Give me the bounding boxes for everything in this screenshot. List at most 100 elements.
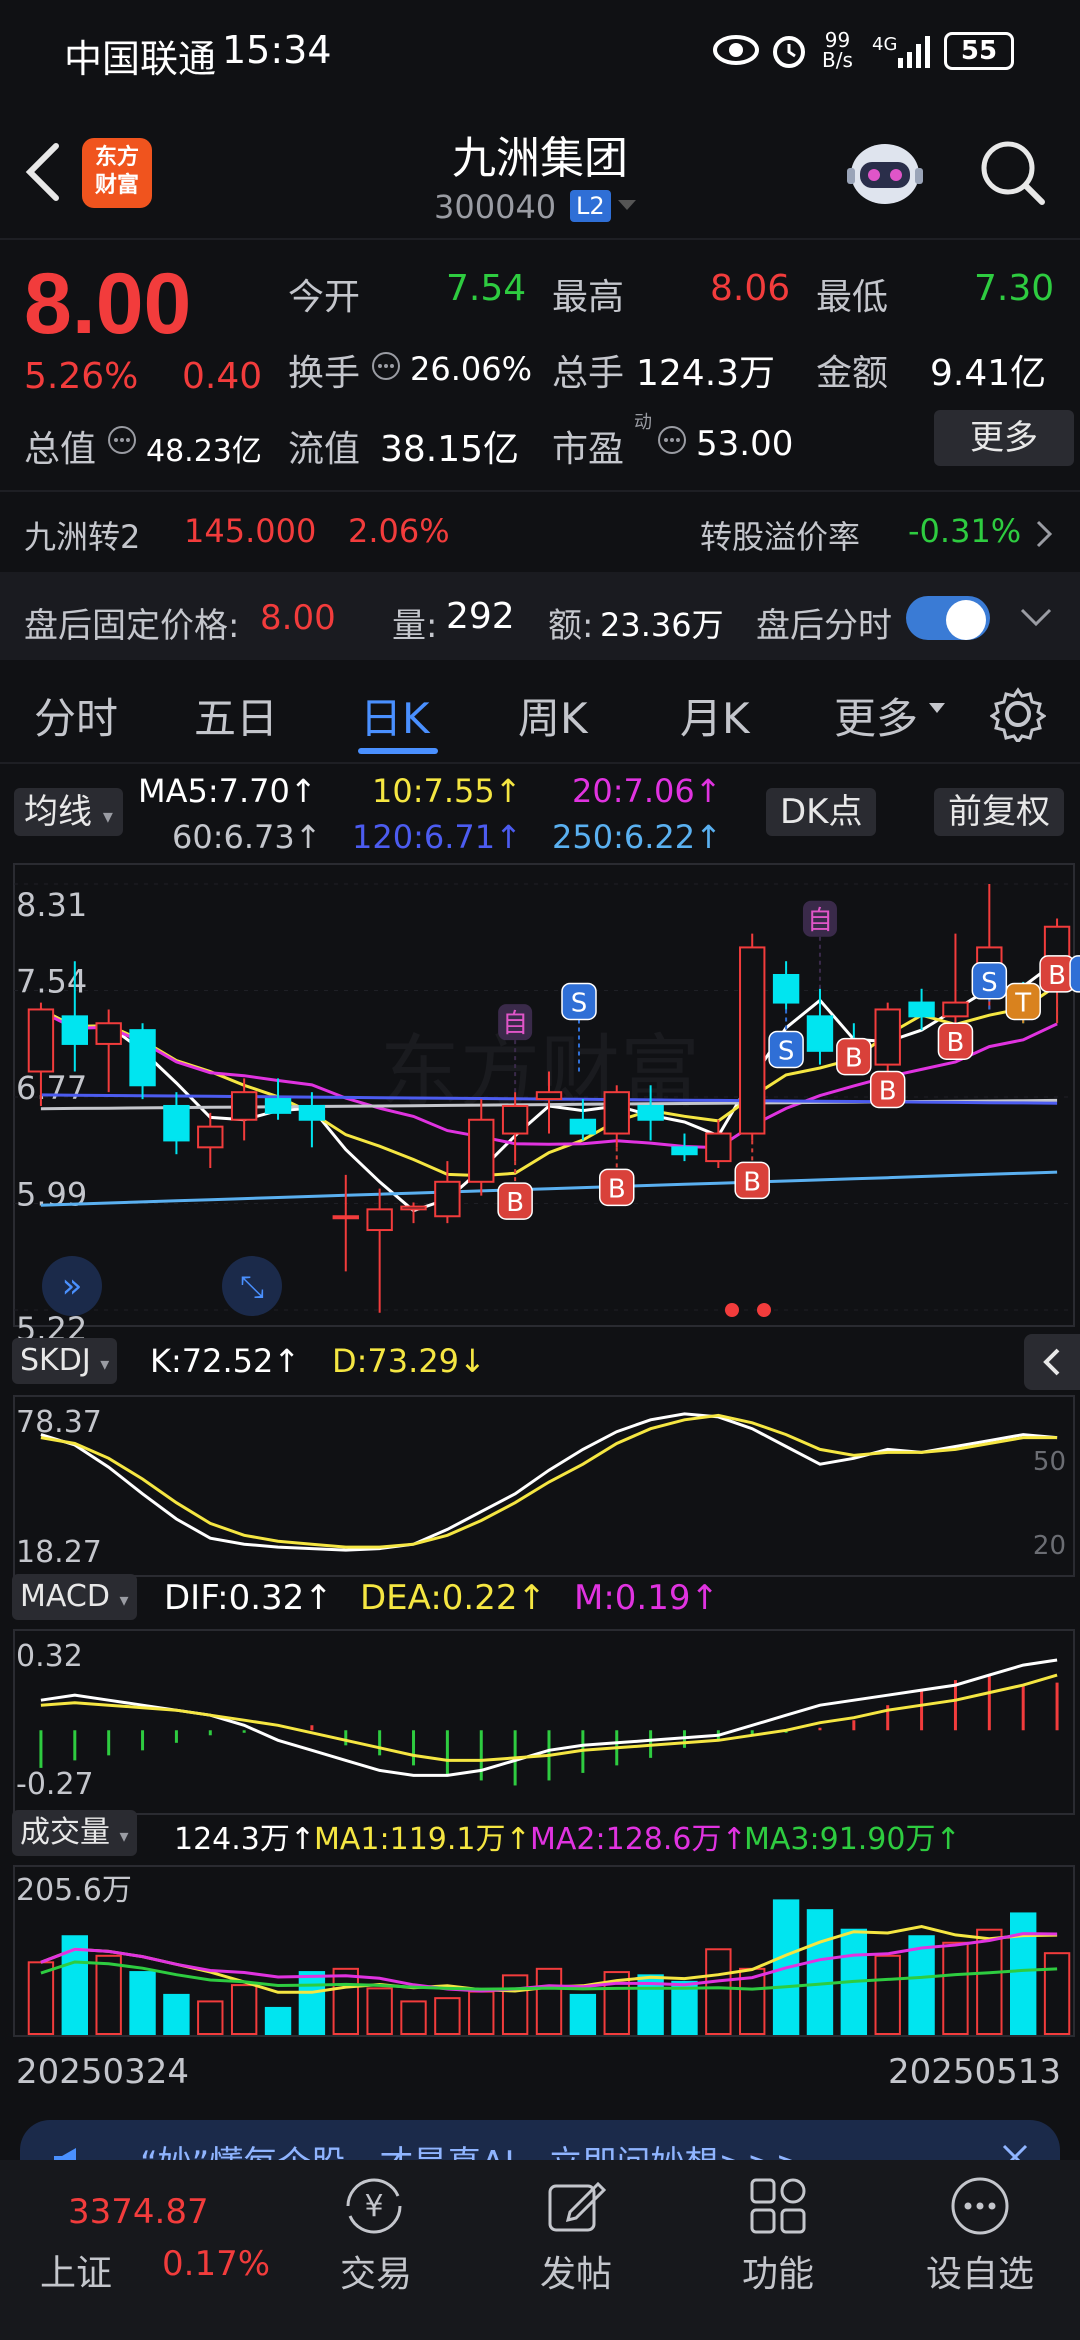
tab-timeshare[interactable]: 分时 [34, 685, 118, 746]
ma-selector-label: 均线 [24, 792, 92, 832]
candle [806, 1015, 834, 1052]
tab-monthly-k[interactable]: 月K [680, 685, 750, 746]
gear-icon[interactable] [990, 686, 1046, 742]
adjust-button[interactable]: 前复权 [934, 788, 1064, 836]
dk-button-label: DK点 [780, 792, 863, 832]
volume-bar [942, 1941, 969, 2036]
tab-five-day[interactable]: 五日 [194, 685, 278, 746]
chevron-down-icon[interactable] [1018, 606, 1054, 630]
trade-marker-label: T [1014, 988, 1031, 1018]
candle [569, 1118, 597, 1135]
dropdown-icon: ▾ [119, 1590, 129, 1611]
nav-function[interactable]: 功能 [742, 2245, 814, 2297]
net-speed: 99 B/s [822, 28, 853, 72]
kdj-selector[interactable]: SKDJ ▾ [12, 1338, 118, 1384]
volume-bar [1010, 1912, 1037, 2035]
yuan-exchange-icon[interactable]: ¥ [338, 2176, 410, 2236]
alarm-icon [773, 36, 805, 68]
edit-post-icon[interactable] [546, 2176, 606, 2236]
volume-label: 总手 [552, 353, 625, 394]
last-price: 8.00 [24, 256, 192, 352]
clock: 15:34 [222, 28, 332, 72]
candle [772, 973, 800, 1004]
dropdown-icon[interactable] [616, 198, 638, 212]
trade-marker-label: B [608, 1174, 626, 1204]
chevron-right-icon[interactable] [1034, 518, 1056, 550]
more-button[interactable]: 更多 [934, 410, 1074, 466]
candle [468, 1118, 495, 1183]
function-grid-icon[interactable] [748, 2176, 808, 2236]
tab-more[interactable]: 更多 [834, 685, 918, 746]
dropdown-icon: ▾ [102, 804, 113, 828]
kdj-axis-20: 20 [1033, 1531, 1066, 1561]
ma120-label: 120:6.71↑ [352, 818, 522, 856]
nav-post[interactable]: 发帖 [540, 2245, 612, 2297]
candle [61, 1015, 88, 1045]
ma60-label: 60:6.73↑ [172, 818, 322, 856]
candle [603, 1091, 630, 1135]
macd-m: M:0.19↑ [574, 1578, 719, 1618]
more-circle-icon[interactable] [948, 2174, 1012, 2238]
float-cap-label: 流值 [288, 429, 361, 470]
nav-watchlist[interactable]: 设自选 [926, 2245, 1034, 2297]
volume-bar [129, 1971, 156, 2035]
trade-marker-label: B [1048, 961, 1066, 991]
ma5-label: MA5:7.70↑ [138, 772, 317, 810]
index-label[interactable]: 上证 [40, 2244, 112, 2296]
info-icon[interactable] [656, 424, 688, 456]
tab-weekly-k[interactable]: 周K [518, 685, 588, 746]
collapse-panel-button[interactable] [1024, 1334, 1080, 1390]
candle [705, 1132, 732, 1163]
info-icon[interactable] [370, 350, 402, 382]
dk-button[interactable]: DK点 [766, 788, 877, 836]
turnover-label: 换手 [288, 353, 361, 394]
ma20-label: 20:7.06↑ [572, 772, 722, 810]
low-label: 最低 [816, 277, 889, 318]
volume-bar [806, 1909, 834, 2036]
candle [264, 1098, 292, 1114]
trade-marker-label: B [743, 1167, 761, 1197]
turnover-value: 26.06% [410, 350, 533, 388]
volume-value: 124.3万 [636, 353, 776, 394]
index-percent: 0.17% [162, 2244, 271, 2284]
premium-value: -0.31% [908, 512, 1022, 550]
pe-label: 市盈 [552, 429, 625, 470]
candle [434, 1180, 461, 1218]
volume-selector[interactable]: 成交量 ▾ [12, 1810, 137, 1856]
volume-ma2: MA2:128.6万↑ [530, 1822, 747, 1857]
after-hours-vol: 292 [446, 596, 515, 637]
candle [908, 1001, 935, 1018]
eye-icon [713, 35, 759, 65]
tab-indicator [358, 748, 438, 754]
level2-badge[interactable]: L2 [570, 190, 611, 222]
change-amount: 0.40 [182, 356, 263, 397]
tab-daily-k[interactable]: 日K [360, 685, 430, 746]
trade-marker-label: S [778, 1036, 795, 1066]
after-hours-label: 盘后固定价格: [24, 606, 240, 646]
trade-marker-label: B [845, 1044, 863, 1074]
volume-bar [434, 1997, 461, 2035]
kline-chart[interactable]: 8.317.546.775.995.22东方财富自SBBBS自BBBSTBS»⤡… [0, 860, 1080, 2100]
trade-marker-label: S [571, 988, 588, 1018]
kdj-k: K:72.52↑ [150, 1342, 301, 1380]
nav-trade[interactable]: 交易 [340, 2245, 412, 2297]
search-icon[interactable] [978, 138, 1048, 208]
volume-current: 124.3万↑ [174, 1822, 316, 1857]
dropdown-icon [929, 703, 945, 713]
index-value[interactable]: 3374.87 [68, 2192, 209, 2232]
market-cap-value: 48.23亿 [146, 434, 262, 469]
float-cap-value: 38.15亿 [380, 429, 520, 470]
trade-marker-label: B [506, 1188, 524, 1218]
trade-marker-label: S [981, 968, 998, 998]
high-label: 最高 [552, 277, 625, 318]
ma-selector[interactable]: 均线 ▾ [14, 788, 123, 836]
expand-icon: ⤡ [240, 1270, 264, 1305]
volume-bar [874, 1954, 901, 2036]
macd-selector[interactable]: MACD ▾ [12, 1574, 137, 1620]
bond-name[interactable]: 九洲转2 [24, 512, 140, 558]
info-icon[interactable] [106, 424, 138, 456]
robot-avatar-icon[interactable] [842, 134, 928, 214]
after-hours-amt: 23.36万 [600, 606, 724, 644]
volume-bar [332, 1967, 359, 2036]
svg-text:¥: ¥ [364, 2189, 383, 2224]
